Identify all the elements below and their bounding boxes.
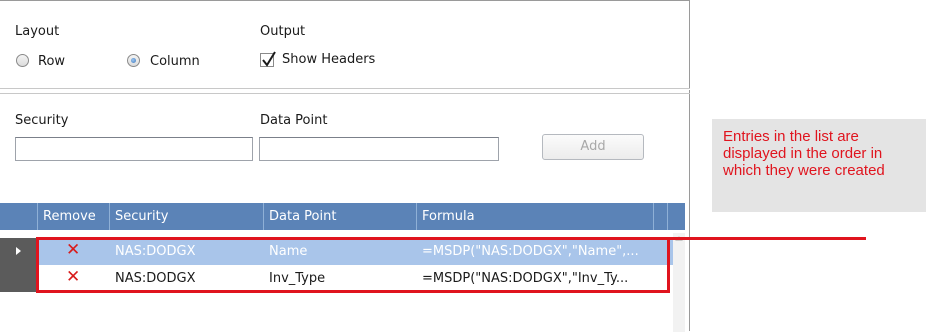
column-radio-label[interactable]: Column — [150, 54, 200, 69]
security-label: Security — [15, 113, 69, 128]
row-header-corner — [0, 203, 38, 230]
callout-connector-line — [670, 237, 866, 240]
security-input[interactable] — [15, 137, 253, 161]
data-point-label: Data Point — [260, 113, 328, 128]
callout-line-1: Entries in the list are — [723, 128, 859, 145]
callout-note: Entries in the list are displayed in the… — [712, 119, 926, 212]
row-radio[interactable] — [16, 54, 29, 67]
row-radio-label[interactable]: Row — [38, 54, 65, 69]
column-radio[interactable] — [127, 54, 140, 67]
highlight-box — [36, 237, 670, 293]
layout-label: Layout — [15, 24, 60, 39]
show-headers-checkbox[interactable] — [260, 51, 276, 67]
grid-header: Remove Security Data Point Formula — [0, 203, 685, 230]
show-headers-label[interactable]: Show Headers — [282, 52, 375, 67]
data-point-input[interactable] — [259, 137, 499, 161]
row-selector[interactable] — [0, 265, 38, 292]
section-divider — [0, 88, 690, 89]
callout-line-3: which they were created — [723, 162, 885, 179]
checkmark-icon — [262, 51, 276, 67]
column-header-remove[interactable]: Remove — [38, 203, 110, 230]
column-header-security[interactable]: Security — [110, 203, 264, 230]
column-header-data-point[interactable]: Data Point — [264, 203, 417, 230]
callout-line-2: displayed in the order in — [723, 145, 883, 162]
column-header-formula[interactable]: Formula — [417, 203, 654, 230]
add-button[interactable]: Add — [542, 134, 644, 160]
section-divider — [0, 93, 690, 94]
output-label: Output — [260, 24, 306, 39]
grid-scrollbar[interactable] — [673, 233, 685, 332]
column-header-filler — [654, 203, 668, 230]
row-selector[interactable] — [0, 238, 38, 265]
